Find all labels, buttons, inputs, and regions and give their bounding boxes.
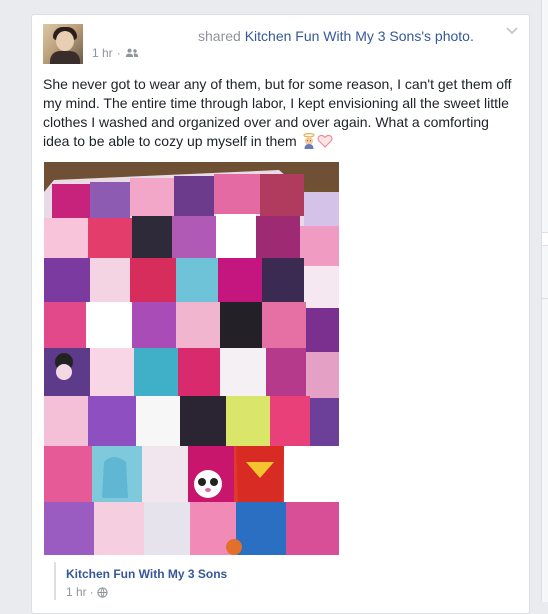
post-header-line: shared Kitchen Fun With My 3 Sons's phot… [198, 28, 474, 44]
attribution-meta: 1 hr · [66, 585, 227, 599]
feed-post-card: shared Kitchen Fun With My 3 Sons's phot… [31, 14, 530, 614]
globe-icon[interactable] [97, 586, 108, 598]
quilt-photo-image [44, 162, 339, 555]
attribution-timestamp[interactable]: 1 hr [66, 585, 87, 599]
shared-prefix: shared [198, 28, 241, 44]
right-sidebar-edge [541, 0, 548, 602]
angel-emoji [301, 133, 317, 154]
post-message-text: She never got to wear any of them, but f… [43, 76, 512, 149]
post-meta: 1 hr · [92, 46, 139, 60]
quilt-body [44, 170, 339, 555]
friends-icon[interactable] [125, 48, 139, 58]
avatar-body [50, 51, 80, 64]
chevron-down-icon[interactable] [505, 26, 519, 36]
shared-photo-link[interactable]: 's photo. [421, 28, 474, 44]
post-photo[interactable] [44, 162, 339, 555]
avatar-face [56, 31, 74, 51]
attribution-separator: · [89, 585, 94, 599]
sidebar-divider-line [542, 298, 548, 299]
attribution-page-name[interactable]: Kitchen Fun With My 3 Sons [66, 567, 227, 581]
sidebar-divider [542, 232, 548, 246]
meta-separator: · [116, 46, 121, 60]
shared-page-link[interactable]: Kitchen Fun With My 3 Sons [245, 28, 422, 44]
post-message: She never got to wear any of them, but f… [43, 75, 517, 154]
photo-attribution: Kitchen Fun With My 3 Sons 1 hr · [54, 562, 227, 600]
left-gutter [0, 0, 31, 602]
profile-avatar[interactable] [43, 24, 83, 64]
heart-emoji [317, 133, 333, 154]
post-timestamp[interactable]: 1 hr [92, 46, 113, 60]
